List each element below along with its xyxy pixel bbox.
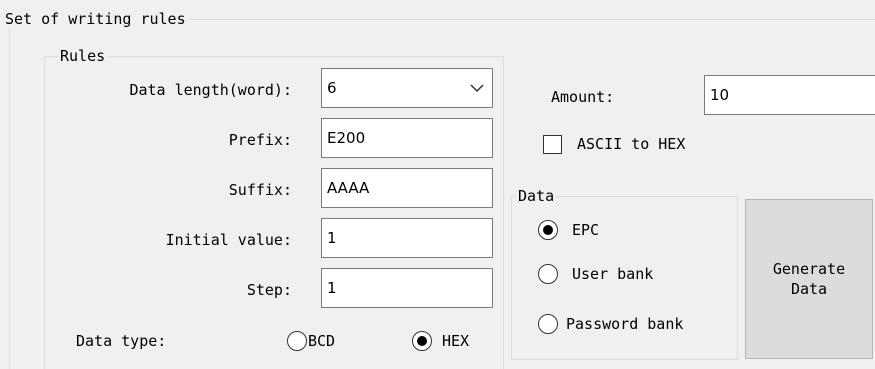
- hex-radio[interactable]: [412, 331, 432, 351]
- bcd-label: BCD: [308, 332, 336, 350]
- generate-data-button[interactable]: Generate Data: [745, 199, 873, 359]
- amount-input[interactable]: 10: [704, 75, 875, 115]
- epc-label: EPC: [572, 221, 600, 239]
- data-type-option-bcd[interactable]: BCD: [287, 329, 387, 353]
- initial-value-label: Initial value:: [165, 231, 292, 249]
- data-length-label: Data length(word):: [129, 81, 292, 99]
- chevron-down-icon: [470, 84, 484, 93]
- rules-legend: Rules: [58, 47, 108, 65]
- user-bank-radio[interactable]: [538, 264, 558, 284]
- suffix-input[interactable]: AAAA: [321, 168, 493, 208]
- data-type-label: Data type:: [76, 332, 167, 350]
- ascii-to-hex-checkbox[interactable]: [543, 135, 562, 154]
- amount-label: Amount:: [551, 88, 615, 106]
- ascii-to-hex-label: ASCII to HEX: [577, 135, 686, 153]
- data-option-user-bank[interactable]: User bank: [538, 261, 708, 287]
- data-length-value: 6: [327, 79, 337, 97]
- data-option-epc[interactable]: EPC: [538, 217, 658, 243]
- generate-data-label: Generate Data: [772, 260, 846, 298]
- prefix-label: Prefix:: [228, 131, 292, 149]
- data-type-option-hex[interactable]: HEX: [412, 329, 502, 353]
- bcd-radio[interactable]: [287, 331, 307, 351]
- prefix-input[interactable]: E200: [321, 118, 493, 158]
- password-bank-radio[interactable]: [538, 314, 558, 334]
- epc-radio[interactable]: [538, 220, 558, 240]
- data-length-select[interactable]: 6: [321, 68, 493, 108]
- data-legend: Data: [516, 187, 557, 205]
- hex-label: HEX: [442, 332, 470, 350]
- password-bank-label: Password bank: [566, 315, 684, 333]
- data-option-password-bank[interactable]: Password bank: [538, 311, 736, 337]
- suffix-label: Suffix:: [228, 181, 292, 199]
- writing-rules-legend: Set of writing rules: [3, 10, 188, 28]
- step-input[interactable]: 1: [321, 268, 493, 308]
- initial-value-input[interactable]: 1: [321, 218, 493, 258]
- user-bank-label: User bank: [572, 265, 654, 283]
- step-label: Step:: [246, 281, 292, 299]
